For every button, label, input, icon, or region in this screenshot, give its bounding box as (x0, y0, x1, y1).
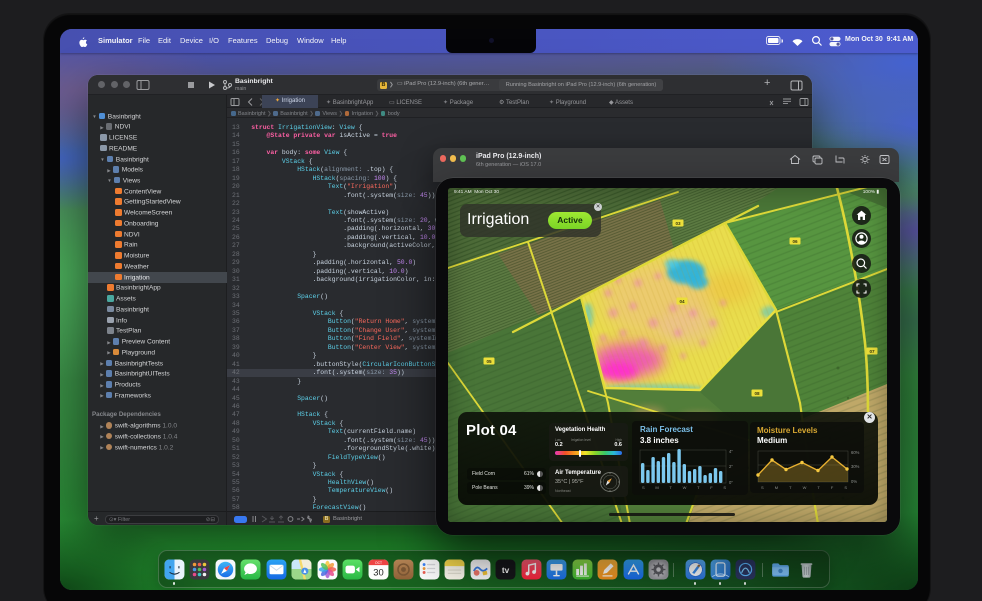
svg-text:tv: tv (502, 566, 510, 575)
svg-text:0%: 0% (851, 479, 857, 484)
svg-text:4″: 4″ (729, 449, 733, 454)
svg-text:60%: 60% (851, 450, 860, 455)
svg-text:0″: 0″ (729, 480, 733, 485)
svg-text:2″: 2″ (729, 464, 733, 469)
svg-text:30: 30 (373, 566, 383, 577)
svg-text:30%: 30% (851, 464, 860, 469)
svg-text:OCT: OCT (375, 561, 382, 565)
